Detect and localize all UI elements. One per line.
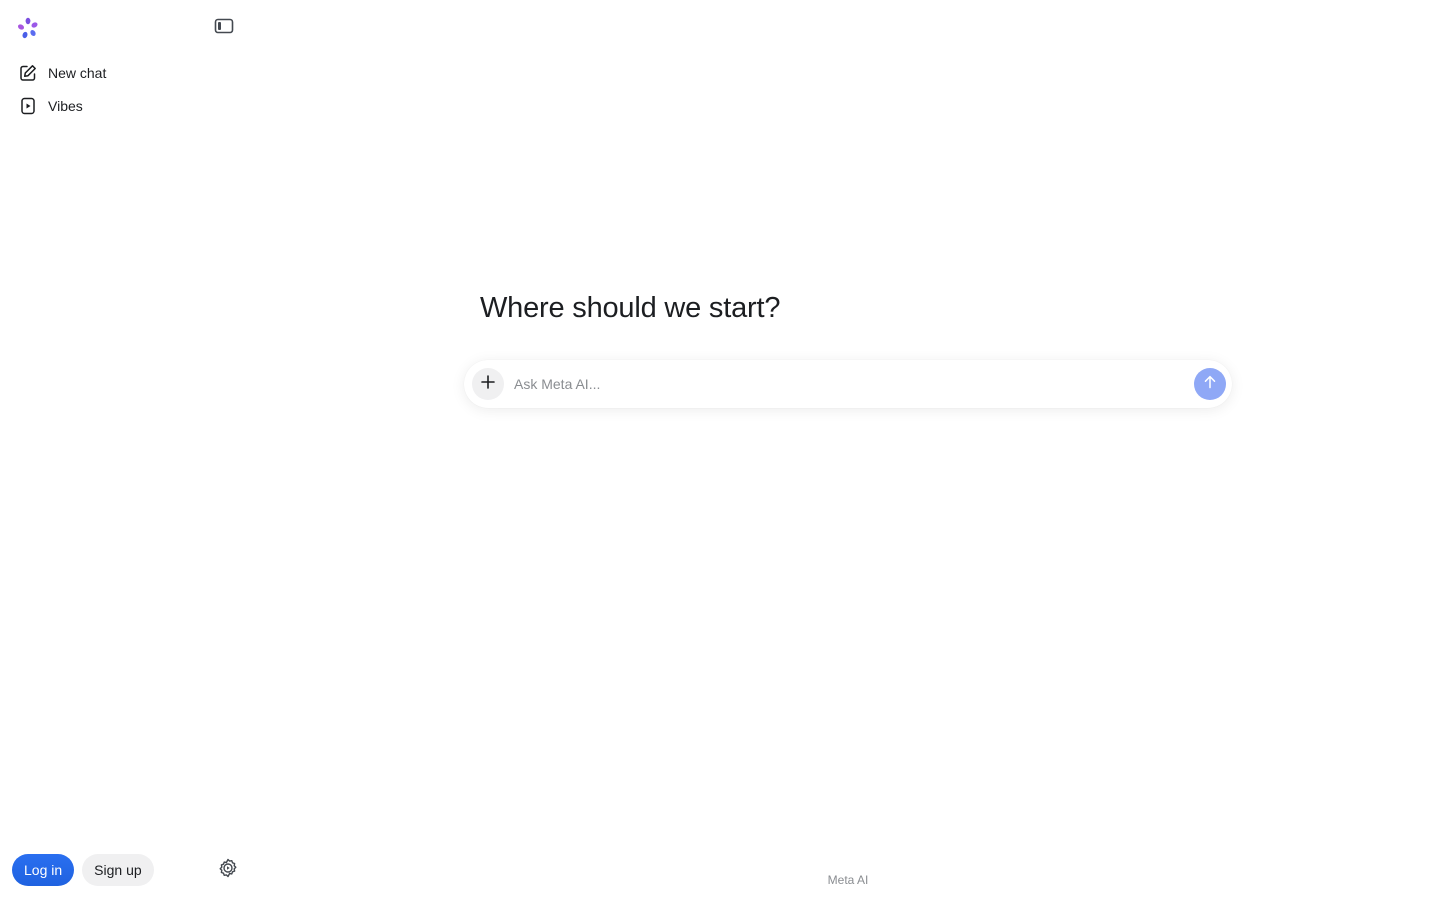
page-title: Where should we start? (480, 292, 781, 324)
meta-ai-logo-icon[interactable] (16, 16, 40, 40)
sidebar: New chat Vibes Log in Sign up (0, 0, 256, 900)
ask-input[interactable] (514, 370, 1184, 398)
plus-icon (480, 374, 496, 395)
sidebar-collapse-button[interactable] (210, 16, 238, 40)
chat-composer (464, 360, 1232, 408)
add-attachment-button[interactable] (472, 368, 504, 400)
sidebar-item-label: New chat (48, 65, 107, 81)
play-video-icon (18, 96, 38, 116)
send-button[interactable] (1194, 368, 1226, 400)
sidebar-collapse-icon (214, 18, 234, 39)
edit-pencil-icon (18, 63, 38, 83)
footer-brand: Meta AI (827, 873, 869, 887)
sidebar-item-new-chat[interactable]: New chat (8, 58, 240, 88)
arrow-up-icon (1202, 374, 1218, 395)
sidebar-item-vibes[interactable]: Vibes (8, 91, 240, 121)
app-root: New chat Vibes Log in Sign up Where shou… (0, 0, 1440, 900)
sidebar-item-label: Vibes (48, 98, 83, 114)
